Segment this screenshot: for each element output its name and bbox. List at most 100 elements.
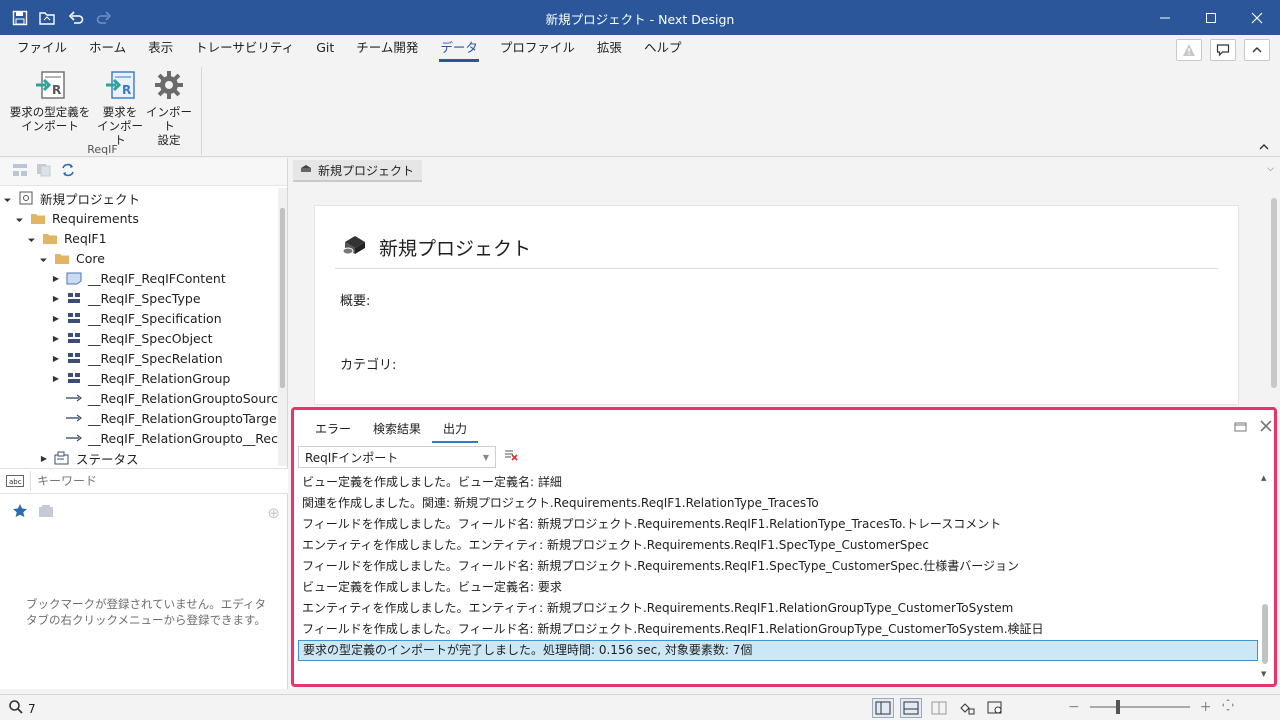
tree-item[interactable]: ▶ __ReqIF_Specification [0,308,278,328]
tree-item[interactable]: __ReqIF_RelationGrouptoSourc [0,388,278,408]
import-requirement-types-button[interactable]: R 要求の型定義を インポート [8,69,92,133]
tree-scrollbar[interactable] [278,188,287,466]
chevron-down-icon: ▼ [482,452,489,462]
layout-left-panel-icon[interactable] [872,698,894,718]
scrollbar-thumb[interactable] [1271,198,1277,388]
tree-item[interactable]: ◢ Requirements [0,208,278,228]
maximize-button[interactable] [1188,0,1234,35]
search-icon [8,699,24,718]
add-bookmark-icon[interactable]: ⊕ [267,504,280,522]
tree-item[interactable]: ▶ __ReqIF_SpecRelation [0,348,278,368]
collapsed-arrow-icon[interactable]: ▶ [38,452,50,464]
output-log-line[interactable]: ビュー定義を作成しました。ビュー定義名: 要求 [298,577,1258,598]
tree-item[interactable]: ▶ __ReqIF_ReqIFContent [0,268,278,288]
tree-item[interactable]: __ReqIF_RelationGrouptoTarge [0,408,278,428]
expanded-arrow-icon[interactable]: ◢ [25,231,39,245]
ribbon-tabs: ファイル ホーム 表示 トレーサビリティ Git チーム開発 データ プロファイル 拡張 ヘルプ [6,40,692,62]
tree-item-label: __ReqIF_SpecType [88,290,201,306]
output-log-line[interactable]: ビュー定義を作成しました。ビュー定義名: 詳細 [298,472,1258,493]
scrollbar-thumb[interactable] [280,208,285,388]
svg-text:R: R [122,83,131,97]
output-scrollbar[interactable]: ▲ ▼ [1261,474,1269,679]
ribbon-tab[interactable]: ヘルプ [633,40,693,62]
tree-item[interactable]: ▶ ステータス [0,448,278,466]
zoom-out-icon[interactable]: − [1068,699,1080,715]
close-icon[interactable] [1260,420,1272,435]
output-tab[interactable]: 検索結果 [362,416,432,443]
ribbon-tab[interactable]: ファイル [6,40,78,62]
zoom-slider-handle[interactable] [1115,700,1120,714]
output-log-line[interactable]: エンティティを作成しました。エンティティ: 新規プロジェクト.Requireme… [298,598,1258,619]
ribbon-tab[interactable]: プロファイル [489,40,586,62]
fit-window-icon[interactable] [984,698,1006,718]
zoom-in-icon[interactable]: + [1200,699,1212,715]
output-log-line[interactable]: 関連を作成しました。関連: 新規プロジェクト.Requirements.ReqI… [298,493,1258,514]
ribbon-tab[interactable]: トレーサビリティ [184,40,305,62]
collapsed-arrow-icon[interactable]: ▶ [50,292,62,304]
search-result-count[interactable]: 7 [8,699,36,718]
import-settings-button[interactable]: インポート 設定 [144,69,194,147]
collapsed-arrow-icon[interactable]: ▶ [50,332,62,344]
keyword-search-input[interactable] [30,471,288,491]
output-tab[interactable]: 出力 [432,416,479,443]
ribbon-tab[interactable]: 表示 [137,40,184,62]
import-requirements-button[interactable]: R 要求を インポート [92,69,148,147]
output-log-line[interactable]: フィールドを作成しました。フィールド名: 新規プロジェクト.Requiremen… [298,514,1258,535]
tree-item[interactable]: ▶ __ReqIF_RelationGroup [0,368,278,388]
close-button[interactable] [1234,0,1280,35]
ribbon-tab[interactable]: Git [305,40,345,62]
zoom-slider[interactable] [1089,700,1190,714]
editor-tab-label: 新規プロジェクト [318,163,415,178]
star-icon[interactable] [12,503,28,522]
output-log-line[interactable]: エンティティを作成しました。エンティティ: 新規プロジェクト.Requireme… [298,535,1258,556]
ribbon-tab[interactable]: ホーム [78,40,137,62]
scrollbar-thumb[interactable] [1262,604,1268,664]
output-log-line[interactable]: フィールドを作成しました。フィールド名: 新規プロジェクト.Requiremen… [298,556,1258,577]
output-log-line[interactable]: 要求の型定義のインポートが完了しました。処理時間: 0.156 sec, 対象要… [298,640,1258,661]
expanded-arrow-icon[interactable]: ◢ [1,191,15,205]
tree-item[interactable]: ◢ ReqIF1 [0,228,278,248]
zoom-control: − + [1068,698,1235,716]
output-log-line[interactable]: フィールドを作成しました。フィールド名: 新規プロジェクト.Requiremen… [298,619,1258,640]
expanded-arrow-icon[interactable]: ◢ [37,251,51,265]
diagram-view-icon[interactable] [956,698,978,718]
ribbon-tab[interactable]: 拡張 [586,40,633,62]
ribbon-tab[interactable]: チーム開発 [345,40,429,62]
chevron-up-icon[interactable] [1244,39,1270,61]
collapsed-arrow-icon[interactable]: ▶ [50,372,62,384]
warning-icon[interactable] [1176,39,1202,61]
tree-item[interactable]: ◢ 新規プロジェクト [0,188,278,208]
restore-panel-icon[interactable] [1234,420,1248,435]
layout-bottom-panel-icon[interactable] [900,698,922,718]
scroll-down-icon[interactable]: ▼ [1261,670,1266,678]
collapsed-arrow-icon[interactable]: ▶ [50,352,62,364]
tree-item-label: Requirements [52,210,139,226]
chevron-down-icon[interactable]: ⌵ [1267,164,1274,174]
tree-item[interactable]: ▶ __ReqIF_SpecObject [0,328,278,348]
tree-item[interactable]: __ReqIF_RelationGroupto__Rec [0,428,278,448]
feedback-icon[interactable] [1210,39,1236,61]
scroll-up-icon[interactable]: ▲ [1261,474,1266,482]
editor-tab[interactable]: 新規プロジェクト [293,160,423,182]
copy-icon[interactable] [36,163,52,180]
ribbon-tab[interactable]: データ [429,40,489,62]
minimize-button[interactable] [1142,0,1188,35]
tree-item[interactable]: ▶ __ReqIF_SpecType [0,288,278,308]
fit-zoom-icon[interactable] [1221,698,1235,716]
output-tab[interactable]: エラー [304,416,362,443]
tree-item[interactable]: ◢ Core [0,248,278,268]
collapsed-arrow-icon[interactable]: ▶ [50,272,62,284]
clear-output-icon[interactable] [504,449,518,464]
editor-scrollbar[interactable] [1270,184,1278,404]
expanded-arrow-icon[interactable]: ◢ [13,211,27,225]
overview-field-label: 概要: [340,294,371,309]
bookmark-toolbar: ⊕ [0,498,288,526]
layout-split-icon[interactable] [928,698,950,718]
sync-icon[interactable] [60,163,76,180]
keyword-search-icon[interactable]: abc [0,475,30,487]
hierarchy-icon[interactable] [12,163,28,180]
collapsed-arrow-icon[interactable]: ▶ [50,312,62,324]
collapse-ribbon-icon[interactable] [1258,139,1270,153]
output-source-select[interactable]: ReqIFインポート ▼ [298,446,496,468]
bookmark-folder-icon[interactable] [38,504,54,521]
